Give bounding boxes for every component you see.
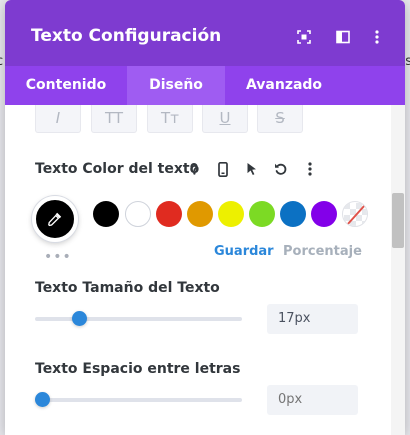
cursor-icon[interactable]	[241, 158, 263, 180]
percent-button[interactable]: Porcentaje	[283, 244, 362, 259]
background-text-fragment: c	[0, 54, 3, 69]
swatch-black[interactable]	[93, 201, 119, 227]
capitalize-button[interactable]: Tт	[147, 105, 193, 133]
swatch-green[interactable]	[249, 201, 275, 227]
scrollbar-track[interactable]	[391, 105, 405, 435]
save-color-button[interactable]: Guardar	[214, 244, 274, 259]
italic-button[interactable]: I	[35, 105, 81, 133]
more-vertical-icon[interactable]	[366, 26, 388, 48]
help-icon[interactable]	[183, 158, 205, 180]
swatch-purple[interactable]	[311, 201, 337, 227]
tab-diseno[interactable]: Diseño	[127, 66, 225, 105]
split-view-icon[interactable]	[332, 26, 354, 48]
color-picker-button[interactable]	[32, 196, 78, 242]
swatch-transparent[interactable]	[342, 201, 368, 227]
swatch-white[interactable]	[125, 201, 151, 227]
swatch-blue[interactable]	[280, 201, 306, 227]
modal-title: Texto Configuración	[31, 26, 222, 46]
more-colors-dots[interactable]: •••	[44, 249, 72, 265]
font-size-input[interactable]	[267, 304, 358, 334]
font-size-label: Texto Tamaño del Texto	[35, 280, 220, 296]
letter-spacing-input[interactable]	[267, 385, 358, 415]
background-text-fragment-right: s	[405, 54, 410, 69]
reset-icon[interactable]	[270, 158, 292, 180]
font-size-slider-thumb[interactable]	[71, 311, 87, 326]
letter-spacing-slider-track[interactable]	[35, 398, 242, 402]
font-size-slider-track[interactable]	[35, 317, 242, 321]
scrollbar-thumb[interactable]	[392, 193, 404, 248]
text-color-label: Texto Color del texto	[35, 161, 200, 177]
swatch-orange[interactable]	[187, 201, 213, 227]
eyedropper-icon	[48, 212, 62, 227]
tab-contenido[interactable]: Contenido	[5, 66, 127, 105]
tab-avanzado[interactable]: Avanzado	[225, 66, 343, 105]
tab-bar: Contenido Diseño Avanzado	[5, 66, 405, 105]
uppercase-button[interactable]: TT	[91, 105, 137, 133]
underline-button[interactable]: U	[202, 105, 248, 133]
settings-content: I TT Tт U S Texto Color del texto ••• Gu…	[5, 105, 405, 435]
letter-spacing-slider-thumb[interactable]	[35, 392, 50, 407]
settings-modal: Texto Configuración Contenido Diseño Ava…	[5, 0, 405, 435]
letter-spacing-label: Texto Espacio entre letras	[35, 361, 241, 377]
modal-header: Texto Configuración	[5, 0, 405, 66]
swatch-red[interactable]	[156, 201, 182, 227]
more-options-icon[interactable]	[299, 158, 321, 180]
fullscreen-icon[interactable]	[293, 26, 315, 48]
swatch-yellow[interactable]	[218, 201, 244, 227]
strikethrough-button[interactable]: S	[257, 105, 303, 133]
mobile-icon[interactable]	[212, 158, 234, 180]
